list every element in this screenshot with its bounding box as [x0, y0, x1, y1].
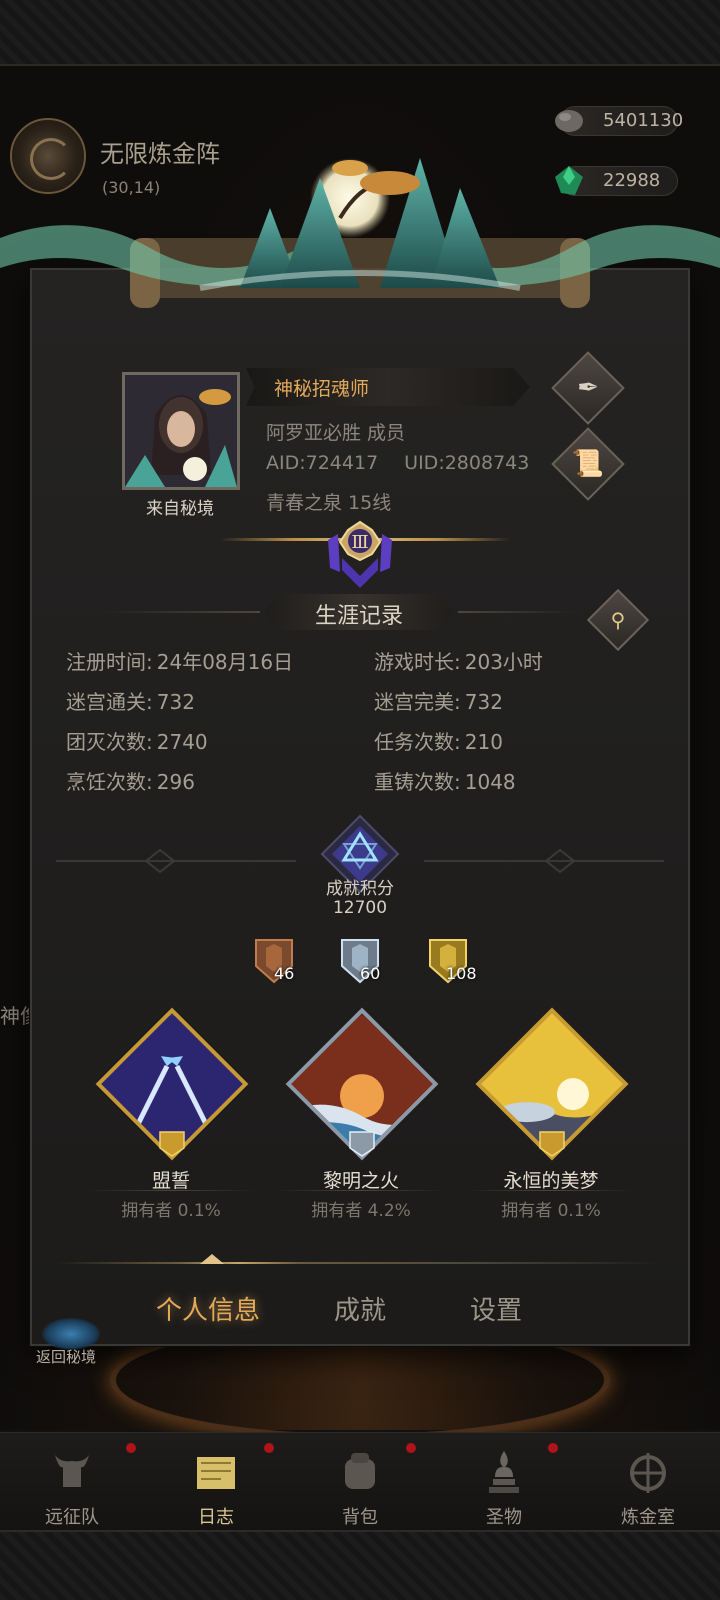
- nav-expedition[interactable]: 远征队: [0, 1433, 144, 1531]
- notification-dot: [126, 1443, 136, 1453]
- silver-medal-count: 60: [360, 964, 381, 983]
- uid-value[interactable]: UID:2808743: [404, 452, 529, 474]
- achievement-points-value: 12700: [332, 898, 388, 918]
- notification-dot: [264, 1443, 274, 1453]
- notification-dot: [406, 1443, 416, 1453]
- featured-achievement-oath[interactable]: 盟誓 拥有者 0.1%: [86, 1007, 256, 1221]
- achievement-name: 盟誓: [151, 1170, 190, 1192]
- guild-membership: 阿罗亚必胜 成员: [266, 422, 406, 444]
- tab-personal-info[interactable]: 个人信息: [156, 1290, 260, 1327]
- achievement-owner-rate: 拥有者 0.1%: [121, 1201, 221, 1221]
- avatar-caption: 来自秘境: [146, 499, 214, 519]
- stat-reforge-count: 重铸次数: 1048: [374, 770, 516, 794]
- section-line-right: [458, 611, 578, 613]
- achievement-divider-line: [466, 1190, 636, 1191]
- stat-quest-count: 任务次数: 210: [374, 730, 503, 754]
- return-to-realm-button[interactable]: 返回秘境: [36, 1346, 96, 1367]
- stat-team-wipe: 团灭次数: 2740: [66, 730, 208, 754]
- achievement-name: 黎明之火: [322, 1170, 399, 1192]
- scroll-icon: 📜: [571, 449, 605, 479]
- nav-label: 背包: [342, 1507, 378, 1528]
- stat-play-time: 游戏时长: 203小时: [374, 650, 543, 674]
- gold-medal-count: 108: [446, 964, 477, 983]
- tab-achievements[interactable]: 成就: [334, 1290, 386, 1327]
- achievement-name: 永恒的美梦: [503, 1170, 599, 1192]
- stat-register-time: 注册时间: 24年08月16日: [66, 650, 294, 674]
- stat-maze-perfect: 迷宫完美: 732: [374, 690, 503, 714]
- stat-maze-clear: 迷宫通关: 732: [66, 690, 195, 714]
- player-avatar[interactable]: [122, 372, 240, 490]
- relic-icon: [489, 1451, 519, 1493]
- landscape-scroll-art: [0, 158, 720, 308]
- rank-numeral: Ⅲ: [351, 532, 368, 553]
- achievement-owner-rate: 拥有者 0.1%: [501, 1201, 601, 1221]
- quill-icon: ✒: [577, 373, 599, 403]
- tab-bar-line: [56, 1262, 664, 1264]
- nav-label: 圣物: [486, 1507, 522, 1528]
- achievement-owner-rate: 拥有者 4.2%: [311, 1201, 411, 1221]
- bottom-navigation: 远征队 日志 背包 圣物 炼金室: [0, 1432, 720, 1530]
- nav-label: 日志: [198, 1507, 234, 1528]
- section-title-box: 生涯记录: [264, 594, 454, 630]
- aid-value[interactable]: AID:724417: [266, 452, 378, 474]
- achievement-points-label: 成就积分: [326, 879, 394, 899]
- avatar-portrait-icon: [125, 375, 237, 487]
- achievement-divider-line: [276, 1190, 446, 1191]
- featured-achievement-eternal-dream[interactable]: 永恒的美梦 拥有者 0.1%: [466, 1007, 636, 1221]
- tab-settings[interactable]: 设置: [470, 1290, 522, 1327]
- bottom-frame: [0, 1530, 720, 1600]
- backpack-icon: [345, 1453, 375, 1489]
- top-frame: [0, 0, 720, 66]
- featured-achievement-dawn-fire[interactable]: 黎明之火 拥有者 4.2%: [276, 1007, 446, 1221]
- section-line-left: [100, 611, 260, 613]
- alchemy-icon: [630, 1453, 666, 1493]
- nav-alchemy-room[interactable]: 炼金室: [576, 1433, 720, 1531]
- achievement-divider-line: [86, 1190, 256, 1191]
- notification-dot: [548, 1443, 558, 1453]
- player-name: 神秘招魂师: [274, 378, 370, 400]
- gold-tier-icon: [539, 1131, 565, 1157]
- achievement-points: 成就积分 12700: [290, 880, 430, 918]
- magnifier-icon: ⚲: [610, 608, 626, 632]
- gold-tier-icon: [159, 1131, 185, 1157]
- server-line: 青春之泉 15线: [266, 492, 392, 514]
- stat-cooking-count: 烹饪次数: 296: [66, 770, 195, 794]
- helmet-icon: [55, 1455, 89, 1487]
- career-title: 生涯记录: [314, 604, 403, 629]
- nav-label: 炼金室: [621, 1507, 675, 1528]
- journal-icon: [197, 1457, 235, 1489]
- silver-tier-icon: [349, 1131, 375, 1157]
- rank-badge-icon[interactable]: Ⅲ: [318, 520, 402, 590]
- nav-label: 远征队: [45, 1507, 99, 1528]
- player-ids: AID:724417 UID:2808743: [266, 452, 529, 474]
- bronze-medal-count: 46: [274, 964, 295, 983]
- career-section-header: 生涯记录: [100, 594, 620, 630]
